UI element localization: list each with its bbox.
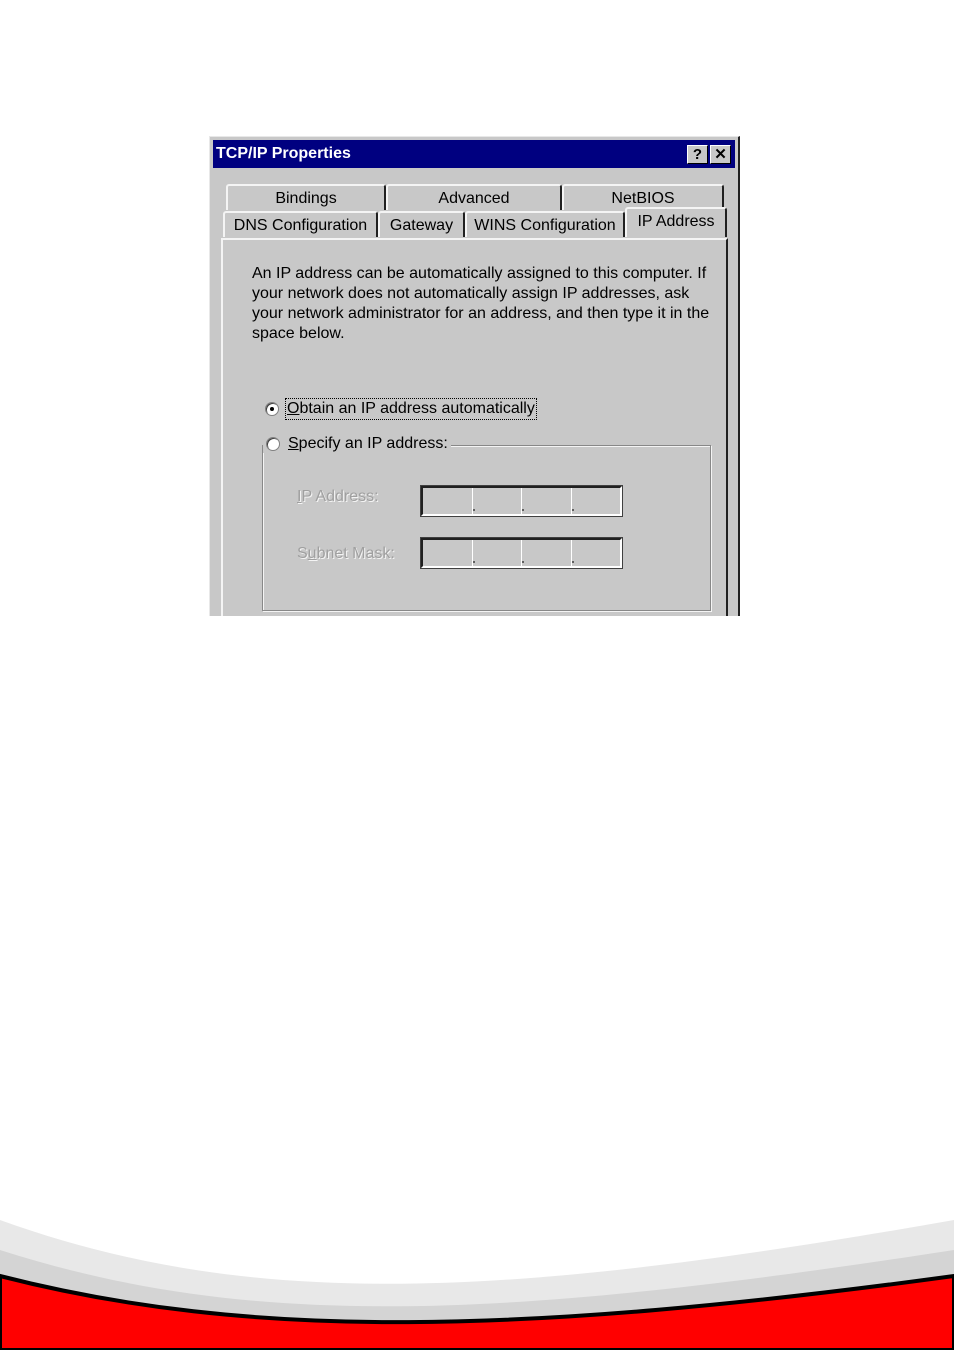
tab-gateway[interactable]: Gateway (378, 211, 465, 237)
title-bar[interactable]: TCP/IP Properties ? ✕ (213, 140, 735, 168)
specify-ip-label: Specify an IP address: (288, 435, 448, 452)
close-button[interactable]: ✕ (710, 145, 731, 164)
mask-octet-1[interactable] (423, 540, 475, 566)
tab-label: DNS Configuration (233, 217, 368, 234)
ip-octet-4[interactable] (572, 488, 621, 514)
tab-label: Gateway (389, 217, 454, 234)
tab-label: IP Address (637, 213, 715, 230)
description-text: An IP address can be automatically assig… (252, 265, 710, 342)
tab-label: WINS Configuration (474, 217, 616, 234)
tab-label: NetBIOS (611, 190, 675, 207)
tab-ip-address[interactable]: IP Address (625, 207, 727, 237)
subnet-mask-label: Subnet Mask: (297, 545, 395, 562)
tab-label: Advanced (438, 190, 510, 207)
tab-label: Bindings (275, 190, 337, 207)
ip-octet-2[interactable] (473, 488, 524, 514)
ip-octet-1[interactable] (423, 488, 475, 514)
tcpip-properties-dialog: TCP/IP Properties ? ✕ Bindings Advanced … (209, 136, 740, 616)
specify-ip-option[interactable]: Specify an IP address: (263, 435, 451, 453)
close-icon: ✕ (714, 146, 727, 163)
help-button[interactable]: ? (687, 145, 708, 164)
ip-address-input[interactable] (420, 485, 623, 517)
obtain-auto-radio[interactable] (265, 402, 279, 416)
specify-ip-radio[interactable] (266, 437, 280, 451)
mask-octet-3[interactable] (522, 540, 574, 566)
subnet-mask-input[interactable] (420, 537, 623, 569)
dialog-title: TCP/IP Properties (216, 145, 351, 162)
mask-octet-2[interactable] (473, 540, 524, 566)
tab-bindings[interactable]: Bindings (226, 184, 386, 210)
obtain-auto-label: Obtain an IP address automatically (285, 398, 537, 420)
tab-dns-configuration[interactable]: DNS Configuration (223, 211, 378, 237)
tab-wins-configuration[interactable]: WINS Configuration (465, 211, 625, 237)
mask-octet-4[interactable] (572, 540, 621, 566)
obtain-ip-automatically-option[interactable]: Obtain an IP address automatically (265, 398, 537, 420)
help-icon: ? (692, 146, 703, 163)
specify-ip-groupbox (262, 445, 711, 611)
tab-advanced[interactable]: Advanced (386, 184, 562, 210)
ip-octet-3[interactable] (522, 488, 574, 514)
ip-address-panel: An IP address can be automatically assig… (221, 238, 728, 616)
ip-address-label: IP Address: (297, 488, 379, 505)
decorative-footer-wave (0, 1220, 954, 1350)
